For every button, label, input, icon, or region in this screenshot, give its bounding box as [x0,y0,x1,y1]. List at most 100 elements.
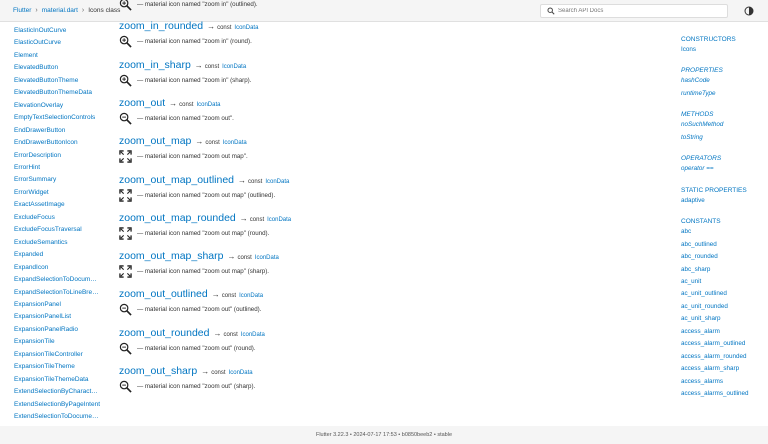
sidebar-item[interactable]: ExpansionTileTheme [14,361,100,373]
sidebar-item[interactable]: ExpansionTile [14,336,100,348]
zoom-out-icon [119,342,132,355]
sidebar-item[interactable]: ExpansionPanelRadio [14,324,100,336]
type-link[interactable]: IconData [255,255,279,261]
sidebar-item[interactable]: ExpansionPanel [14,299,100,311]
zoom-out-icon [119,380,132,393]
nav-section-heading: METHODS [681,111,714,119]
constant-name-link[interactable]: zoom_out_map [119,135,191,147]
type-link[interactable]: IconData [223,140,247,146]
nav-member-link[interactable]: adaptive [681,195,768,207]
constant-name-link[interactable]: zoom_out_map_rounded [119,212,236,224]
nav-member-link[interactable]: ac_unit_outlined [681,288,768,300]
type-link[interactable]: IconData [196,102,220,108]
type-link[interactable]: IconData [265,179,289,185]
nav-member-link[interactable]: access_alarm [681,326,768,338]
nav-member-link[interactable]: runtimeType [681,88,768,100]
sidebar-item[interactable]: ExpandSelectionToDocumentBoundaryIntent [14,274,100,286]
nav-member-link[interactable]: access_alarms [681,376,768,388]
sidebar-item[interactable]: ExpansionTileController [14,349,100,361]
sidebar-item[interactable]: EmptyTextSelectionControls [14,112,100,124]
constant-description: — material icon named "zoom out map" (sh… [119,265,279,278]
type-link[interactable]: IconData [239,293,263,299]
sidebar-item[interactable]: ElevatedButtonTheme [14,75,100,87]
constant-description: — material icon named "zoom out" (sharp)… [119,380,255,393]
nav-member-link[interactable]: abc_outlined [681,239,768,251]
constant-entry: zoom_in_sharp → const IconData — material ic… [119,59,251,87]
const-keyword: const [237,255,252,262]
const-keyword: const [249,216,265,223]
zoom-out-map-icon [119,265,132,278]
sidebar-item[interactable]: ExpansionTileThemeData [14,374,100,386]
nav-member-link[interactable]: access_alarm_rounded [681,351,768,363]
arrow-icon: → [238,175,246,185]
zoom-out-map-icon [119,188,132,202]
nav-member-link[interactable]: noSuchMethod [681,119,768,131]
sidebar-item[interactable]: ErrorWidget [14,187,100,199]
arrow-icon: → [227,252,236,262]
nav-member-link[interactable]: access_alarms_outlined [681,388,768,400]
constant-name-link[interactable]: zoom_out_rounded [119,327,210,339]
type-link[interactable]: IconData [241,332,265,338]
sidebar-item[interactable]: ElevatedButtonThemeData [14,87,100,99]
arrow-icon: → [194,60,203,70]
constant-name-link[interactable]: zoom_out_outlined [119,288,208,300]
type-link[interactable]: IconData [229,370,253,376]
constant-name-link[interactable]: zoom_out_sharp [119,365,197,377]
type-link[interactable]: IconData [267,217,291,223]
nav-member-link[interactable]: ac_unit_sharp [681,313,768,325]
sidebar-item[interactable]: EndDrawerButtonIcon [14,137,100,149]
sidebar-item[interactable]: ErrorDescription [14,150,100,162]
sidebar-item[interactable]: EndDrawerButton [14,125,100,137]
sidebar-item[interactable]: Element [14,50,100,62]
sidebar-item[interactable]: ExcludeFocus [14,212,100,224]
arrow-icon: → [169,98,178,108]
arrow-icon: → [207,22,216,32]
const-keyword: const [204,63,220,70]
constant-entry: zoom_out_sharp → const IconData — material i… [119,365,255,393]
breadcrumb-library[interactable]: material.dart [42,7,78,14]
nav-member-link[interactable]: abc_rounded [681,251,768,263]
sidebar-item[interactable]: ErrorSummary [14,174,100,186]
sidebar-item[interactable]: ExtendSelectionByCharacterIntent [14,386,100,398]
nav-member-link[interactable]: Icons [681,44,768,56]
nav-member-link[interactable]: toString [681,132,768,144]
nav-member-link[interactable]: ac_unit_rounded [681,301,768,313]
breadcrumb: Flutter › material.dart › Icons class [0,7,120,14]
const-keyword: const [211,370,226,376]
type-link[interactable]: IconData [234,25,258,31]
sidebar-item[interactable]: ExpandIcon [14,262,100,274]
nav-member-link[interactable]: abc_sharp [681,264,768,276]
sidebar-item[interactable]: ErrorHint [14,162,100,174]
type-link[interactable]: IconData [222,64,246,70]
constant-name-link[interactable]: zoom_out_map_sharp [119,250,223,262]
sidebar-item[interactable]: ExtendSelectionToDocumentBoundaryIntent [14,411,100,423]
constant-name-link[interactable]: zoom_in_sharp [119,59,191,71]
constant-entry: zoom_out → const IconData — material icon na… [119,97,234,125]
sidebar-item[interactable]: ExpandSelectionToLineBreakIntent [14,287,100,299]
constant-name-link[interactable]: zoom_out [119,97,165,109]
sidebar-item[interactable]: ExpansionPanelList [14,311,100,323]
nav-member-link[interactable]: access_alarm_outlined [681,338,768,350]
nav-section-heading: OPERATORS [681,155,722,163]
nav-member-link[interactable]: abc [681,226,768,238]
sidebar-item[interactable]: ElasticOutCurve [14,37,100,49]
sidebar-item[interactable]: ExactAssetImage [14,199,100,211]
footer-version: Flutter 3.22.3 • 2024-07-17 17:53 • b085… [315,432,453,438]
sidebar-item[interactable]: ElasticInOutCurve [14,25,100,37]
constant-name-link[interactable]: zoom_in_rounded [119,20,203,32]
nav-member-link[interactable]: ac_unit [681,276,768,288]
sidebar-item[interactable]: ExcludeFocusTraversal [14,224,100,236]
constant-name-link[interactable]: zoom_out_map_outlined [119,174,234,186]
sidebar-item[interactable]: ElevatedButton [14,62,100,74]
nav-member-link[interactable]: operator == [681,163,768,175]
sidebar-item[interactable]: ExcludeSemantics [14,237,100,249]
constant-description: — material icon named "zoom out" (round)… [119,342,265,355]
breadcrumb-flutter[interactable]: Flutter [13,7,31,14]
nav-member-link[interactable]: access_alarm_sharp [681,363,768,375]
theme-toggle-icon[interactable] [744,6,754,16]
nav-member-link[interactable]: hashCode [681,75,768,87]
sidebar-item[interactable]: ExtendSelectionByPageIntent [14,399,100,411]
sidebar-item[interactable]: Expanded [14,249,100,261]
arrow-icon: → [201,367,210,376]
sidebar-item[interactable]: ElevationOverlay [14,100,100,112]
